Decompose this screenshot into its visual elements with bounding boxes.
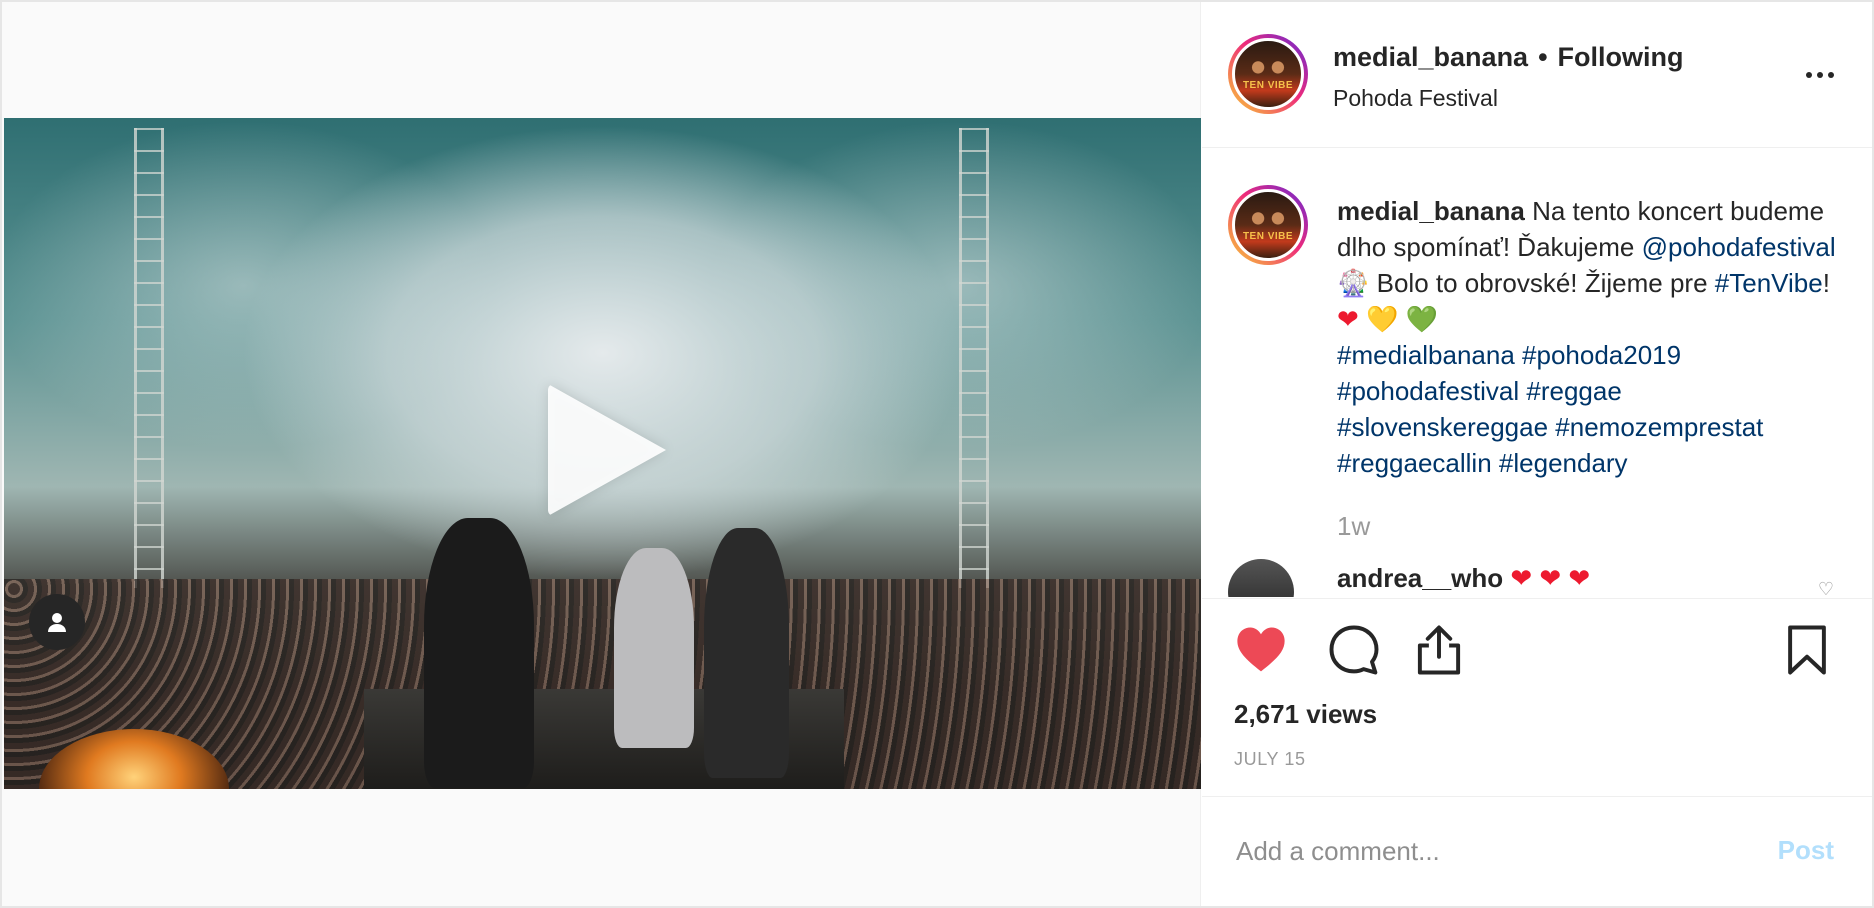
hashtag-link[interactable]: #legendary	[1499, 448, 1628, 478]
performer	[704, 528, 789, 778]
avatar-logo-text: TEN VIBE	[1242, 80, 1294, 91]
avatar-logo-text: TEN VIBE	[1242, 231, 1294, 242]
following-button[interactable]: Following	[1558, 42, 1684, 72]
hashtag-link[interactable]: #pohoda2019	[1522, 340, 1681, 370]
hashtag-link[interactable]: #reggae	[1526, 376, 1621, 406]
user-tag-button[interactable]	[29, 594, 85, 650]
location-link[interactable]: Pohoda Festival	[1333, 85, 1684, 112]
media-area	[2, 2, 1201, 906]
ferris-wheel-emoji: 🎡	[1337, 268, 1370, 298]
comment-avatar[interactable]	[1228, 559, 1294, 597]
post-dialog: TEN VIBE medial_banana • Following Pohoda …	[0, 0, 1874, 908]
performer	[424, 518, 534, 788]
user-tag-icon	[48, 613, 66, 632]
caption-text: Bolo to obrovské! Žijeme pre	[1376, 268, 1708, 298]
post-date[interactable]: JULY 15	[1234, 749, 1306, 770]
hashtag-link[interactable]: #medialbanana	[1337, 340, 1515, 370]
performer	[614, 548, 694, 748]
hashtag-link[interactable]: #pohodafestival	[1337, 376, 1519, 406]
comment-item: andrea__who ❤ ❤ ❤	[1337, 563, 1590, 594]
bookmark-icon[interactable]	[1780, 623, 1834, 677]
red-heart-emoji: ❤	[1337, 304, 1359, 334]
hashtag-link[interactable]: #TenVibe	[1715, 268, 1823, 298]
post-header: TEN VIBE medial_banana • Following Pohoda …	[1202, 2, 1872, 148]
caption-text: !	[1822, 268, 1830, 298]
share-icon[interactable]	[1412, 623, 1466, 677]
comment-input[interactable]	[1236, 831, 1736, 871]
hashtag-link[interactable]: #reggaecallin	[1337, 448, 1492, 478]
add-comment-section: Post	[1202, 796, 1872, 906]
comment-icon[interactable]	[1327, 623, 1381, 677]
stage-truss-left	[134, 128, 164, 588]
comment-username[interactable]: andrea__who	[1337, 563, 1503, 593]
caption-username[interactable]: medial_banana	[1337, 196, 1525, 226]
stage-truss-right	[959, 128, 989, 588]
caption-avatar[interactable]: TEN VIBE	[1228, 185, 1308, 265]
comment-like-icon[interactable]: ♡	[1818, 579, 1834, 597]
play-icon[interactable]	[548, 384, 666, 516]
avatar[interactable]: TEN VIBE	[1228, 34, 1308, 114]
caption: medial_banana Na tento koncert budeme dl…	[1337, 193, 1847, 481]
hashtag-link[interactable]: #slovenskereggae	[1337, 412, 1548, 442]
yellow-heart-emoji: 💛	[1366, 304, 1399, 334]
more-icon[interactable]	[1806, 72, 1834, 78]
caption-timestamp[interactable]: 1w	[1337, 511, 1370, 542]
username-link[interactable]: medial_banana	[1333, 42, 1528, 72]
mention-link[interactable]: @pohodafestival	[1642, 232, 1836, 262]
heart-icon[interactable]	[1234, 623, 1288, 677]
comments-list: TEN VIBE medial_banana Na tento koncert …	[1202, 149, 1872, 597]
green-heart-emoji: 💚	[1405, 304, 1439, 334]
hashtag-link[interactable]: #nemozemprestat	[1555, 412, 1763, 442]
separator-dot: •	[1538, 42, 1548, 72]
view-count[interactable]: 2,671 views	[1234, 699, 1377, 730]
comment-text: ❤ ❤ ❤	[1510, 563, 1591, 593]
post-side-panel: TEN VIBE medial_banana • Following Pohoda …	[1202, 2, 1872, 906]
post-comment-button[interactable]: Post	[1778, 835, 1834, 866]
action-bar: 2,671 views JULY 15	[1202, 598, 1872, 796]
